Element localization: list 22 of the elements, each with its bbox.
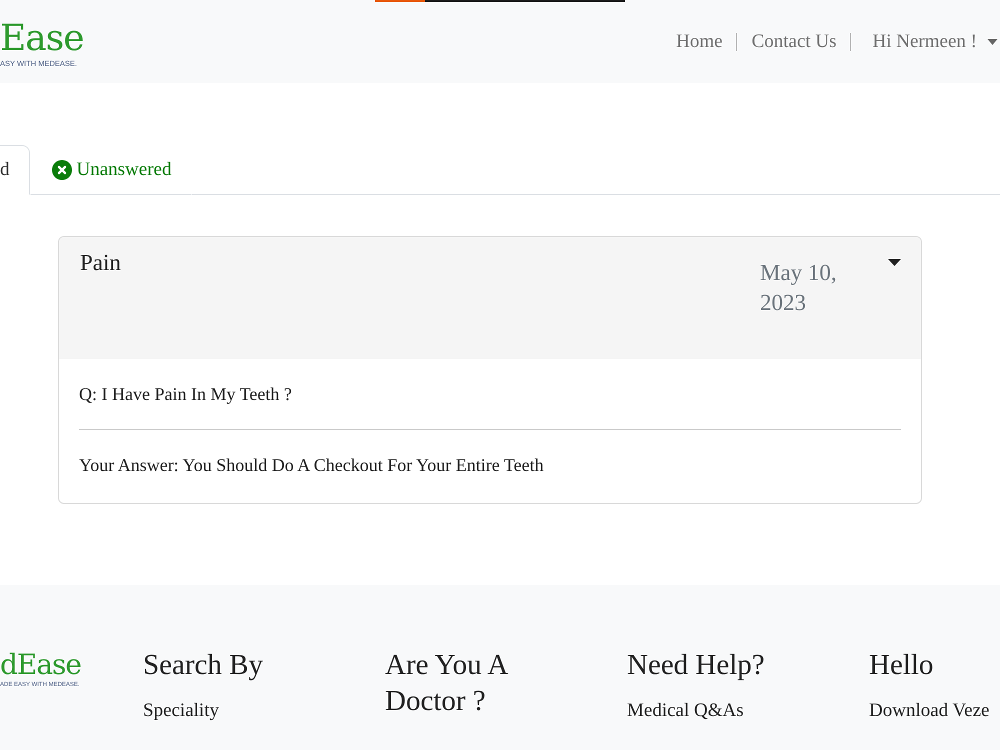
tab[interactable]: Unanswered [30,145,192,195]
question-title: Pain [80,249,122,277]
question-date: May 10, 2023 [760,259,838,317]
footer-heading: Hello [869,648,934,683]
caret-icon[interactable] [888,259,901,266]
caret-icon [987,38,998,44]
footer-link[interactable]: Download Veze [869,699,990,723]
footer-heading: Need Help? [627,648,766,683]
footer-heading: Search By [143,648,264,683]
user-menu-button[interactable]: Hi Nermeen ! [872,30,998,54]
nav-link[interactable]: Contact Us [752,30,837,54]
question-text: Q: I Have Pain In My Teeth ? [79,383,293,406]
card-header[interactable]: Pain May 10, 2023 [59,237,921,359]
footer-heading: Are You A Doctor ? [385,648,508,719]
nav-link[interactable]: Home [676,30,723,54]
footer-logo-wordmark[interactable]: dEase [0,649,81,681]
tab[interactable]: d [0,145,30,195]
close-circle-icon [52,160,72,180]
footer-link[interactable]: Medical Q&As [627,699,744,723]
footer-link[interactable]: Speciality [143,699,219,723]
answer-text: Your Answer: You Should Do A Checkout For Your Entire Teeth [79,454,545,477]
logo-wordmark[interactable]: Ease [0,19,84,59]
